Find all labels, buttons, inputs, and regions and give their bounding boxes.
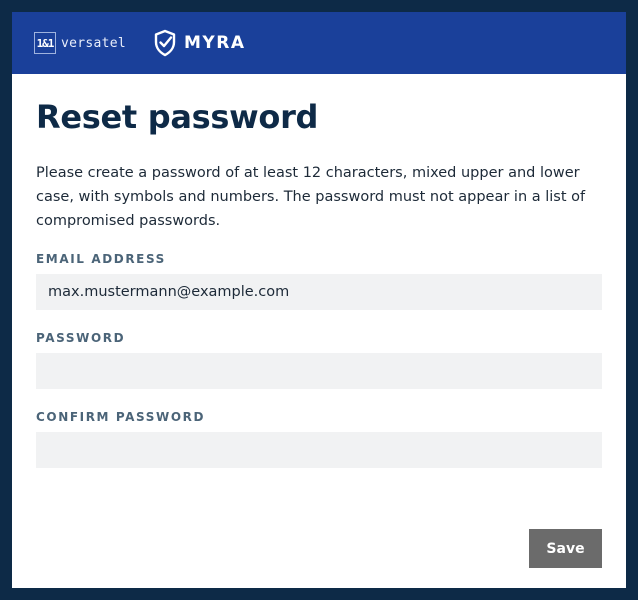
reset-password-panel: 1&1 versatel MYRA Reset password Please … xyxy=(12,12,626,588)
versatel-logo-text: versatel xyxy=(61,35,127,51)
versatel-logo: 1&1 versatel xyxy=(34,30,126,56)
myra-logo-text: MYRA xyxy=(184,33,246,53)
email-label: EMAIL ADDRESS xyxy=(36,252,166,266)
page-title: Reset password xyxy=(36,98,319,136)
versatel-logo-mark: 1&1 xyxy=(34,32,56,54)
password-label: PASSWORD xyxy=(36,331,126,345)
email-field[interactable] xyxy=(36,274,602,310)
header-bar: 1&1 versatel MYRA xyxy=(12,12,626,74)
password-field[interactable] xyxy=(36,353,602,389)
confirm-password-label: CONFIRM PASSWORD xyxy=(36,410,206,424)
myra-logo: MYRA xyxy=(153,29,245,57)
shield-check-icon xyxy=(153,29,177,57)
save-button[interactable]: Save xyxy=(529,529,602,568)
password-requirements-text: Please create a password of at least 12 … xyxy=(36,165,586,229)
confirm-password-field[interactable] xyxy=(36,432,602,468)
